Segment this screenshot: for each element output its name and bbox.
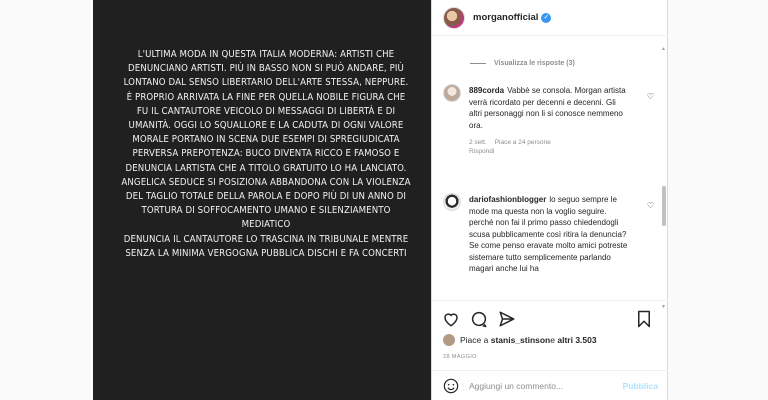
- comment-likes[interactable]: Piace a 24 persone: [495, 139, 551, 146]
- comment-username[interactable]: dariofashionblogger: [469, 195, 546, 204]
- likes-middle: e: [550, 335, 555, 345]
- scroll-up-icon[interactable]: ▲: [661, 46, 666, 52]
- view-replies-button[interactable]: Visualizza le risposte (3): [470, 60, 575, 67]
- emoji-icon[interactable]: [443, 378, 459, 394]
- comment-meta: 2 sett. Piace a 24 persone Rispondi: [469, 138, 629, 156]
- comment-username[interactable]: 889corda: [469, 86, 504, 95]
- comment-body: 889corda Vabbè se consola. Morgan artista…: [469, 85, 629, 156]
- heart-icon[interactable]: ♡: [646, 201, 655, 210]
- likes-count[interactable]: altri 3.503: [557, 335, 596, 345]
- post-side-panel: morganofficial ✓ Visualizza le risposte …: [432, 0, 668, 400]
- share-icon[interactable]: [498, 310, 516, 328]
- publish-button[interactable]: Pubblica: [623, 381, 658, 391]
- bookmark-icon[interactable]: [635, 310, 653, 328]
- replies-divider: [470, 63, 486, 64]
- scroll-thumb[interactable]: [662, 186, 666, 226]
- avatar[interactable]: [443, 84, 461, 102]
- heart-icon[interactable]: [442, 310, 460, 328]
- comment-body: dariofashionblogger lo seguo sempre le mo…: [469, 194, 629, 300]
- comment-time[interactable]: 2 sett.: [469, 139, 487, 146]
- reply-button[interactable]: Rispondi: [469, 148, 494, 155]
- post-date[interactable]: 28 MAGGIO: [443, 354, 477, 360]
- likes-summary[interactable]: Piace a stanis_stinson e altri 3.503: [443, 334, 597, 346]
- post-header: morganofficial ✓: [432, 0, 668, 36]
- avatar[interactable]: [443, 193, 461, 211]
- comment-text: lo seguo sempre le mode ma questa non la…: [469, 195, 628, 273]
- comment-icon[interactable]: [470, 310, 488, 328]
- heart-icon[interactable]: ♡: [646, 92, 655, 101]
- post-image[interactable]: L'ULTIMA MODA IN QUESTA ITALIA MODERNA: …: [93, 0, 432, 400]
- avatar: [443, 334, 455, 346]
- story-text: L'ULTIMA MODA IN QUESTA ITALIA MODERNA: …: [121, 49, 411, 259]
- liked-by-user[interactable]: stanis_stinson: [491, 335, 551, 345]
- scroll-track[interactable]: [662, 56, 666, 300]
- instagram-post: L'ULTIMA MODA IN QUESTA ITALIA MODERNA: …: [0, 0, 768, 400]
- likes-prefix: Piace a: [460, 335, 489, 345]
- username-link[interactable]: morganofficial: [473, 12, 538, 23]
- avatar[interactable]: [443, 6, 465, 29]
- comments-scrollbar[interactable]: ▲ ▼: [661, 46, 666, 310]
- verified-icon: ✓: [541, 12, 552, 23]
- view-replies-label: Visualizza le risposte (3): [494, 60, 575, 67]
- add-comment-bar: Pubblica: [432, 370, 668, 400]
- comment-input[interactable]: [469, 380, 619, 391]
